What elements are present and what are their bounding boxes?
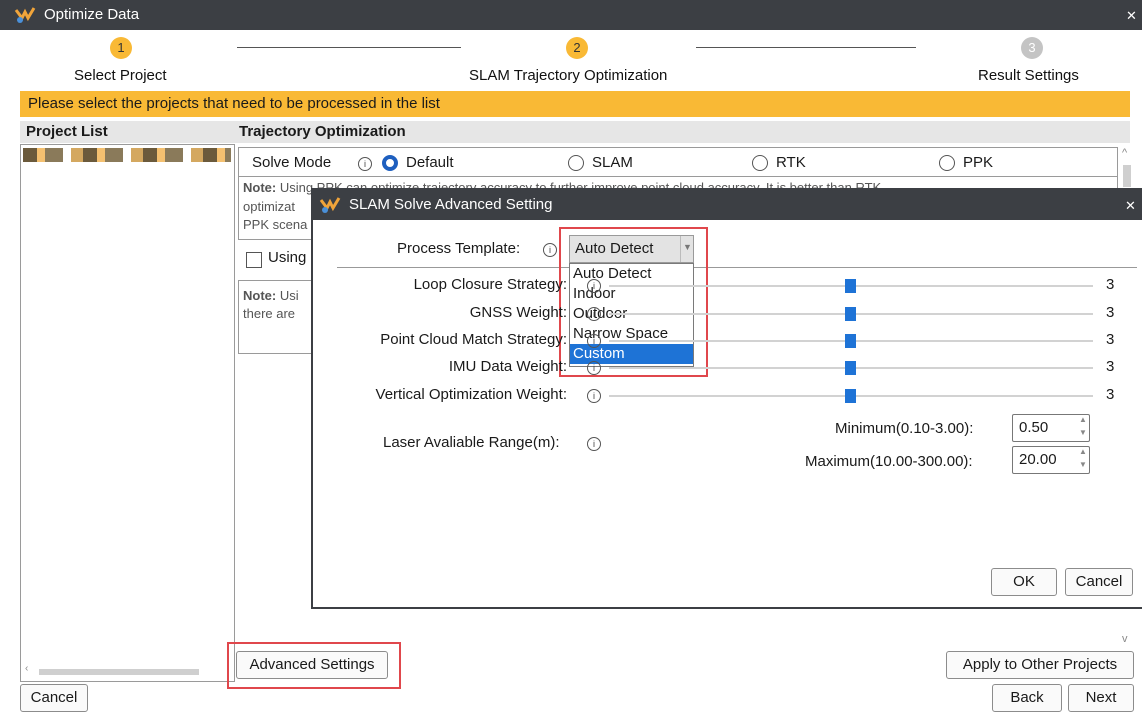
laser-range-label: Laser Avaliable Range(m): [383,434,560,451]
scroll-down-icon[interactable]: v [1122,633,1128,645]
app-logo-icon [14,7,36,23]
spin-down-icon[interactable]: ▼ [1079,428,1087,437]
spin-up-icon[interactable]: ▲ [1079,415,1087,424]
note2-line1: Note: Usi [243,288,299,303]
note2-line2: there are [243,306,296,321]
info-icon[interactable]: i [587,389,601,403]
project-list-header: Project List [26,123,108,140]
minimum-label: Minimum(0.10-3.00): [835,420,974,437]
scroll-left-icon[interactable]: ‹ [25,663,28,674]
mode-rtk-label[interactable]: RTK [776,154,806,171]
step-1-circle: 1 [110,37,132,59]
slider-value: 3 [1106,304,1115,321]
note-label: Note: [243,180,277,195]
slider-thumb[interactable] [845,389,856,403]
divider [337,267,1137,268]
scrollbar-thumb[interactable] [39,669,199,675]
info-icon[interactable]: i [587,361,601,375]
mode-slam-radio[interactable] [568,155,584,171]
note-ppk-line3: PPK scena [243,217,308,232]
step-1-label: Select Project [74,67,167,84]
slider-thumb[interactable] [845,334,856,348]
info-icon[interactable]: i [543,243,557,257]
step-connector [237,47,461,48]
highlight-box [227,642,401,689]
scrollbar-thumb[interactable] [1123,165,1131,187]
step-2-label: SLAM Trajectory Optimization [469,67,668,84]
dialog-cancel-button[interactable]: Cancel [1065,568,1133,596]
spin-down-icon[interactable]: ▼ [1079,460,1087,469]
using-checkbox[interactable] [246,252,262,268]
minimum-spinbox[interactable]: 0.50 ▲ ▼ [1012,414,1090,442]
scroll-up-icon[interactable]: ^ [1122,147,1127,159]
mode-default-label[interactable]: Default [406,154,454,171]
slider-thumb[interactable] [845,279,856,293]
info-icon[interactable]: i [358,157,372,171]
note-ppk-line2: optimizat [243,199,296,214]
mode-slam-label[interactable]: SLAM [592,154,633,171]
trajectory-header: Trajectory Optimization [239,123,406,140]
spin-up-icon[interactable]: ▲ [1079,447,1087,456]
cancel-button[interactable]: Cancel [20,684,88,712]
maximum-label: Maximum(10.00-300.00): [805,453,973,470]
window-close-icon[interactable]: ✕ [1126,8,1137,24]
project-list-panel[interactable]: ‹ [20,144,235,682]
step-connector [696,47,916,48]
step-2-circle: 2 [566,37,588,59]
app-logo-icon [319,197,341,213]
mode-rtk-radio[interactable] [752,155,768,171]
window-titlebar: Optimize Data ✕ [0,0,1142,30]
slider-label: Point Cloud Match Strategy: [380,331,567,348]
window-title: Optimize Data [44,6,140,23]
dialog-title: SLAM Solve Advanced Setting [349,196,553,213]
slam-advanced-dialog: SLAM Solve Advanced Setting ✕ Process Te… [313,190,1142,607]
slider-value: 3 [1106,331,1115,348]
process-template-label: Process Template: [397,240,521,257]
using-label[interactable]: Using [268,249,306,266]
info-icon[interactable]: i [587,334,601,348]
step-3-circle: 3 [1021,37,1043,59]
slider-value: 3 [1106,358,1115,375]
slider-label: IMU Data Weight: [448,358,567,375]
info-icon[interactable]: i [587,279,601,293]
note2-label: Note: [243,288,277,303]
slider-label: Vertical Optimization Weight: [375,386,567,403]
note2-text: Usi [276,288,299,303]
info-icon[interactable]: i [587,437,601,451]
maximum-spinbox[interactable]: 20.00 ▲ ▼ [1012,446,1090,474]
slider-label: Loop Closure Strategy: [413,276,567,293]
project-list-item[interactable] [23,148,231,162]
info-icon[interactable]: i [587,307,601,321]
column-header-bar: Project List Trajectory Optimization [20,121,1130,143]
slider-thumb[interactable] [845,307,856,321]
maximum-value[interactable]: 20.00 [1019,451,1057,468]
slider-label: GNSS Weight: [469,304,567,321]
slider-value: 3 [1106,386,1115,403]
slider-thumb[interactable] [845,361,856,375]
dialog-titlebar: SLAM Solve Advanced Setting ✕ [313,190,1142,220]
mode-default-radio[interactable] [382,155,398,171]
apply-other-projects-button[interactable]: Apply to Other Projects [946,651,1134,679]
step-3-label: Result Settings [978,67,1079,84]
horizontal-scrollbar[interactable]: ‹ [25,663,230,677]
next-button[interactable]: Next [1068,684,1134,712]
minimum-value[interactable]: 0.50 [1019,419,1048,436]
back-button[interactable]: Back [992,684,1062,712]
highlight-box [559,227,708,377]
mode-ppk-radio[interactable] [939,155,955,171]
dialog-close-icon[interactable]: ✕ [1125,198,1136,214]
slider-value: 3 [1106,276,1115,293]
dialog-ok-button[interactable]: OK [991,568,1057,596]
instruction-banner: Please select the projects that need to … [20,91,1130,117]
solve-mode-label: Solve Mode [252,154,332,171]
banner-text: Please select the projects that need to … [28,95,440,112]
mode-ppk-label[interactable]: PPK [963,154,993,171]
